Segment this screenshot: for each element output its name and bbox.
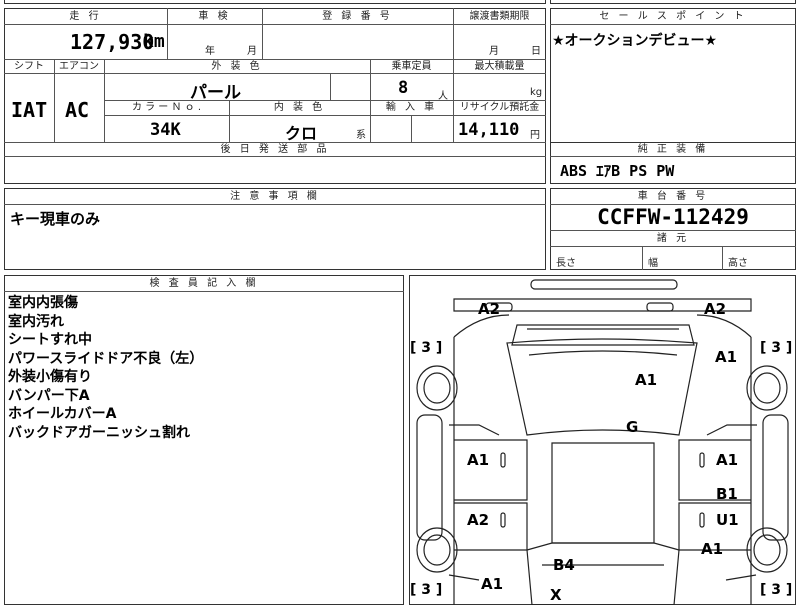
grade-front-left: A2 xyxy=(478,300,501,318)
grade-rear-x: X xyxy=(550,586,562,604)
inspector-note: ホイールカバーA xyxy=(8,406,117,422)
color-no-value: 34K xyxy=(150,120,181,140)
caution-label: 注 意 事 項 欄 xyxy=(230,191,320,202)
grade-right-fender: A1 xyxy=(715,348,738,366)
grade-back-door: B4 xyxy=(553,556,575,574)
top-strip xyxy=(4,0,546,4)
dim-width: 幅 xyxy=(648,258,658,269)
ext-color-value: パール xyxy=(190,83,241,103)
tire-rear-left: [ 3 ] xyxy=(410,582,443,598)
inspector-note: 室内汚れ xyxy=(8,313,64,330)
equipment-label: 純 正 装 備 xyxy=(637,144,709,155)
grade-front-right: A2 xyxy=(704,300,727,318)
shift-value: IAT xyxy=(11,98,48,122)
tire-front-left: [ 3 ] xyxy=(410,340,443,356)
grade-right-rear-u: U1 xyxy=(716,511,739,529)
grade-left-quarter: A1 xyxy=(481,575,504,593)
car-outline-diagram xyxy=(416,279,789,605)
transfer-label: 譲渡書類期限 xyxy=(469,11,530,22)
load-label: 最大積載量 xyxy=(474,61,525,72)
int-color-label: 内 装 色 xyxy=(273,102,326,113)
tire-rear-right: [ 3 ] xyxy=(760,582,793,598)
mileage-unit: km xyxy=(143,31,165,52)
chassis-label: 車 台 番 号 xyxy=(637,191,709,202)
caution-value: キー現車のみ xyxy=(10,210,101,228)
grade-roof: G xyxy=(626,418,639,436)
int-color-value: クロ xyxy=(285,124,318,143)
recycle-value: 14,110 xyxy=(458,120,520,140)
chassis-value: CCFFW-112429 xyxy=(597,205,749,229)
sale-point-label: セ ー ル ス ポ イ ン ト xyxy=(599,11,747,22)
shaken-month: 月 xyxy=(247,46,257,57)
capacity-unit: 人 xyxy=(438,91,448,102)
ac-label: エアコン xyxy=(59,61,99,72)
dim-length: 長さ xyxy=(556,258,576,269)
load-unit: kg xyxy=(530,87,543,98)
sale-point-value: ★オークションデビュー★ xyxy=(552,33,718,49)
inspector-note: バックドアガーニッシュ割れ xyxy=(8,424,190,441)
color-no-label: カ ラ ー Ｎ ｏ . xyxy=(131,102,202,113)
grade-right-front-door: A1 xyxy=(716,451,739,469)
transfer-month: 月 xyxy=(489,46,499,57)
dim-height: 高さ xyxy=(728,258,748,269)
transfer-day: 日 xyxy=(531,46,541,57)
shift-label: シフト xyxy=(14,61,44,72)
grade-left-rear-door: A2 xyxy=(467,511,490,529)
import-label: 輸 入 車 xyxy=(385,102,438,113)
grade-right-rear-b: B1 xyxy=(716,485,738,503)
sale-point-box xyxy=(550,8,796,143)
inspector-note: 外装小傷有り xyxy=(8,369,92,385)
tire-front-right: [ 3 ] xyxy=(760,340,793,356)
int-color-suffix: 系 xyxy=(356,130,366,141)
shaken-label: 車 検 xyxy=(198,11,231,22)
ext-color-label: 外 装 色 xyxy=(211,61,263,72)
inspector-note: シートすれ中 xyxy=(8,332,92,348)
dimensions-label: 諸 元 xyxy=(656,233,690,244)
inspector-note: 室内内張傷 xyxy=(8,295,78,311)
registration-label: 登 録 番 号 xyxy=(322,11,393,22)
recycle-unit: 円 xyxy=(530,130,540,141)
equipment-value: ABS ｴｱB PS PW xyxy=(560,162,675,180)
recycle-label: リサイクル預託金 xyxy=(459,102,540,113)
grade-right-quarter: A1 xyxy=(701,540,724,558)
shaken-year: 年 xyxy=(205,46,215,57)
mileage-label: 走 行 xyxy=(69,11,102,22)
grade-left-front-door: A1 xyxy=(467,451,490,469)
later-parts-label: 後 日 発 送 部 品 xyxy=(220,144,330,155)
inspector-note: バンパー下A xyxy=(8,387,90,404)
capacity-label: 乗車定員 xyxy=(391,61,432,72)
grade-hood: A1 xyxy=(635,371,658,389)
inspector-note: パワースライドドア不良（左） xyxy=(8,350,204,367)
inspector-label: 検 査 員 記 入 欄 xyxy=(149,278,259,289)
top-strip-right xyxy=(550,0,796,4)
ac-value: AC xyxy=(65,98,90,122)
mileage-value: 127,930 xyxy=(70,30,155,54)
capacity-value: 8 xyxy=(398,78,409,98)
